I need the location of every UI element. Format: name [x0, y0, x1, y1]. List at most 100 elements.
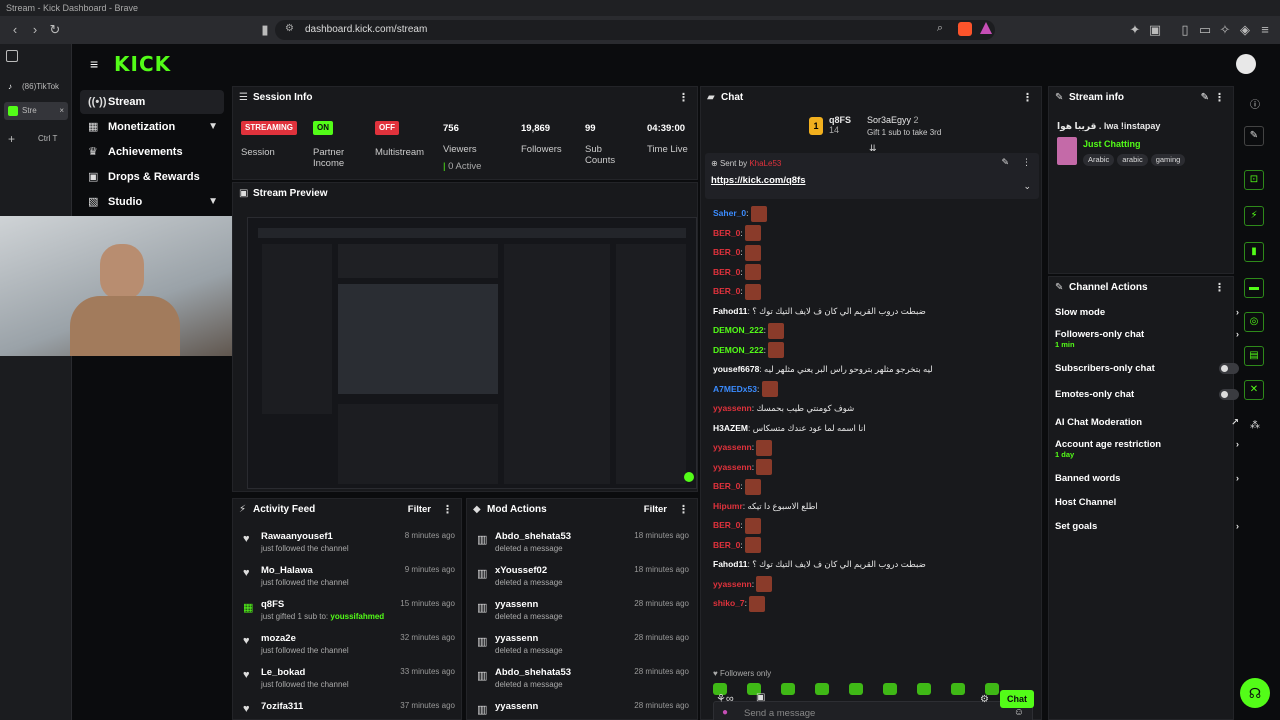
channel-action-banned-words[interactable]: Banned words ›: [1055, 473, 1239, 484]
emote-icon[interactable]: [781, 683, 795, 695]
channel-action-ai-chat-moderation[interactable]: AI Chat Moderation ↗: [1055, 417, 1239, 428]
store-icon[interactable]: ▣: [756, 692, 765, 703]
forward-icon[interactable]: ›: [26, 16, 44, 44]
brave-rewards-icon[interactable]: [980, 22, 992, 34]
emote-icon[interactable]: [951, 683, 965, 695]
kebab-menu-icon[interactable]: ⋮: [1214, 277, 1225, 299]
emoji-icon[interactable]: ☺: [1014, 707, 1024, 718]
sidebar-toggle-icon[interactable]: ▯: [1176, 16, 1194, 44]
mod-filter-button[interactable]: Filter: [644, 499, 667, 521]
emote-icon[interactable]: [815, 683, 829, 695]
chat-username[interactable]: DEMON_222: [713, 345, 764, 355]
kebab-menu-icon[interactable]: ⋮: [678, 499, 689, 521]
chevron-down-icon[interactable]: ⌄: [1023, 181, 1031, 192]
wallet-icon[interactable]: ▭: [1196, 16, 1214, 44]
activity-filter-button[interactable]: Filter: [408, 499, 431, 521]
emote-icon[interactable]: [917, 683, 931, 695]
chat-username[interactable]: Fahod11: [713, 559, 747, 569]
site-info-icon[interactable]: ⚙: [285, 23, 294, 34]
pinned-link[interactable]: https://kick.com/q8fs: [711, 175, 806, 186]
chat-username[interactable]: BER_0: [713, 481, 740, 491]
hamburger-menu-icon[interactable]: ≡: [90, 56, 98, 72]
stream-preview-video[interactable]: [247, 217, 697, 489]
sidebar-item-achievements[interactable]: ♛ Achievements: [80, 140, 224, 164]
menu-icon[interactable]: ≡: [1256, 16, 1274, 44]
chat-username[interactable]: yyassenn: [713, 403, 752, 413]
channel-action-set-goals[interactable]: Set goals ›: [1055, 521, 1239, 532]
channel-action-subscribers-only-chat[interactable]: Subscribers-only chat: [1055, 363, 1239, 374]
chat-username[interactable]: H3AZEM: [713, 423, 748, 433]
extensions-icon[interactable]: ✦: [1126, 16, 1144, 44]
zoom-icon[interactable]: ⌕: [937, 22, 943, 35]
brave-shield-icon[interactable]: [958, 22, 972, 36]
chat-username[interactable]: yyassenn: [713, 442, 752, 452]
chat-username[interactable]: Saher_0: [713, 208, 746, 218]
clip-icon[interactable]: ⊡: [1244, 170, 1264, 190]
sidebar-item-drops[interactable]: ▣ Drops & Rewards: [80, 165, 224, 189]
chat-username[interactable]: shiko_7: [713, 598, 745, 608]
chat-tools-icon[interactable]: ⚘∞: [716, 692, 734, 705]
sidebar-item-monetization[interactable]: ▦ Monetization ▼: [80, 115, 224, 139]
edit-layout-icon[interactable]: ✎: [1244, 126, 1264, 146]
chat-username[interactable]: A7MEDx53: [713, 384, 757, 394]
sidebar-panel-icon[interactable]: [6, 50, 18, 62]
user-avatar[interactable]: [1236, 54, 1256, 74]
channel-action-slow-mode[interactable]: Slow mode ›: [1055, 307, 1239, 318]
kebab-menu-icon[interactable]: ⋮: [1022, 87, 1033, 109]
kebab-menu-icon[interactable]: ⋮: [1022, 157, 1031, 168]
back-icon[interactable]: ‹: [6, 16, 24, 44]
close-tab-icon[interactable]: ×: [59, 102, 64, 120]
channel-action-account-age-restriction[interactable]: Account age restriction 1 day ›: [1055, 439, 1239, 459]
leo-icon[interactable]: ✧: [1216, 16, 1234, 44]
channel-action-followers-only-chat[interactable]: Followers-only chat 1 min ›: [1055, 329, 1239, 349]
channel-action-host-channel[interactable]: Host Channel: [1055, 497, 1235, 508]
kebab-menu-icon[interactable]: ⋮: [678, 87, 689, 109]
more-actions-icon[interactable]: ⁂: [1250, 420, 1260, 431]
sidebar-item-studio[interactable]: ▧ Studio ▼: [80, 190, 224, 214]
lightning-icon[interactable]: ⚡: [1244, 206, 1264, 226]
toggle-switch[interactable]: [1219, 363, 1239, 374]
top-gifter[interactable]: q8FS 14: [829, 115, 851, 135]
chat-username[interactable]: yousef6678: [713, 364, 759, 374]
emote-icon[interactable]: [849, 683, 863, 695]
gift-target[interactable]: Sor3aEgyy 2: [867, 115, 919, 125]
chat-username[interactable]: DEMON_222: [713, 325, 764, 335]
tools-icon[interactable]: ✕: [1244, 380, 1264, 400]
kebab-menu-icon[interactable]: ⋮: [442, 499, 453, 521]
channel-action-emotes-only-chat[interactable]: Emotes-only chat: [1055, 389, 1239, 400]
poll-icon[interactable]: ▤: [1244, 346, 1264, 366]
tab-stream[interactable]: Stre ×: [4, 102, 68, 120]
chat-username[interactable]: BER_0: [713, 267, 740, 277]
info-icon[interactable]: ⓘ: [1250, 96, 1260, 111]
stream-category[interactable]: Just Chatting: [1083, 139, 1141, 149]
toggle-switch[interactable]: [1219, 389, 1239, 400]
tab-tiktok[interactable]: ♪ (86)TikTok: [4, 78, 68, 96]
chat-username[interactable]: BER_0: [713, 247, 740, 257]
chat-username[interactable]: BER_0: [713, 286, 740, 296]
edit-pencil-icon[interactable]: ✎: [1201, 87, 1209, 109]
chat-bubble-icon[interactable]: ▬: [1244, 278, 1264, 298]
send-chat-button[interactable]: Chat: [1000, 690, 1034, 708]
address-bar[interactable]: ⚙ dashboard.kick.com/stream ⌕ ⇪: [275, 20, 995, 40]
chat-username[interactable]: BER_0: [713, 520, 740, 530]
chat-username[interactable]: yyassenn: [713, 462, 752, 472]
broadcast-icon[interactable]: ◎: [1244, 312, 1264, 332]
sidebar-item-stream[interactable]: ((•)) Stream: [80, 90, 224, 114]
new-tab-icon[interactable]: +: [8, 132, 15, 146]
chat-username[interactable]: yyassenn: [713, 579, 752, 589]
vpn-icon[interactable]: ◈: [1236, 16, 1254, 44]
chat-username[interactable]: Fahod11: [713, 306, 747, 316]
chat-username[interactable]: BER_0: [713, 540, 740, 550]
kebab-menu-icon[interactable]: ⋮: [1214, 87, 1225, 109]
support-headset-icon[interactable]: ☊: [1240, 678, 1270, 708]
tab-search-icon[interactable]: ▣: [1146, 16, 1164, 44]
shield-icon[interactable]: ▮: [1244, 242, 1264, 262]
chat-username[interactable]: Hipumr: [713, 501, 743, 511]
kick-logo[interactable]: KICK: [114, 52, 171, 76]
chat-username[interactable]: BER_0: [713, 228, 740, 238]
reload-icon[interactable]: ↻: [46, 16, 64, 44]
bookmark-icon[interactable]: ▮: [256, 16, 274, 44]
settings-gear-icon[interactable]: ⚙: [980, 694, 989, 705]
emote-icon[interactable]: [883, 683, 897, 695]
pin-icon[interactable]: ✎: [1001, 157, 1009, 168]
